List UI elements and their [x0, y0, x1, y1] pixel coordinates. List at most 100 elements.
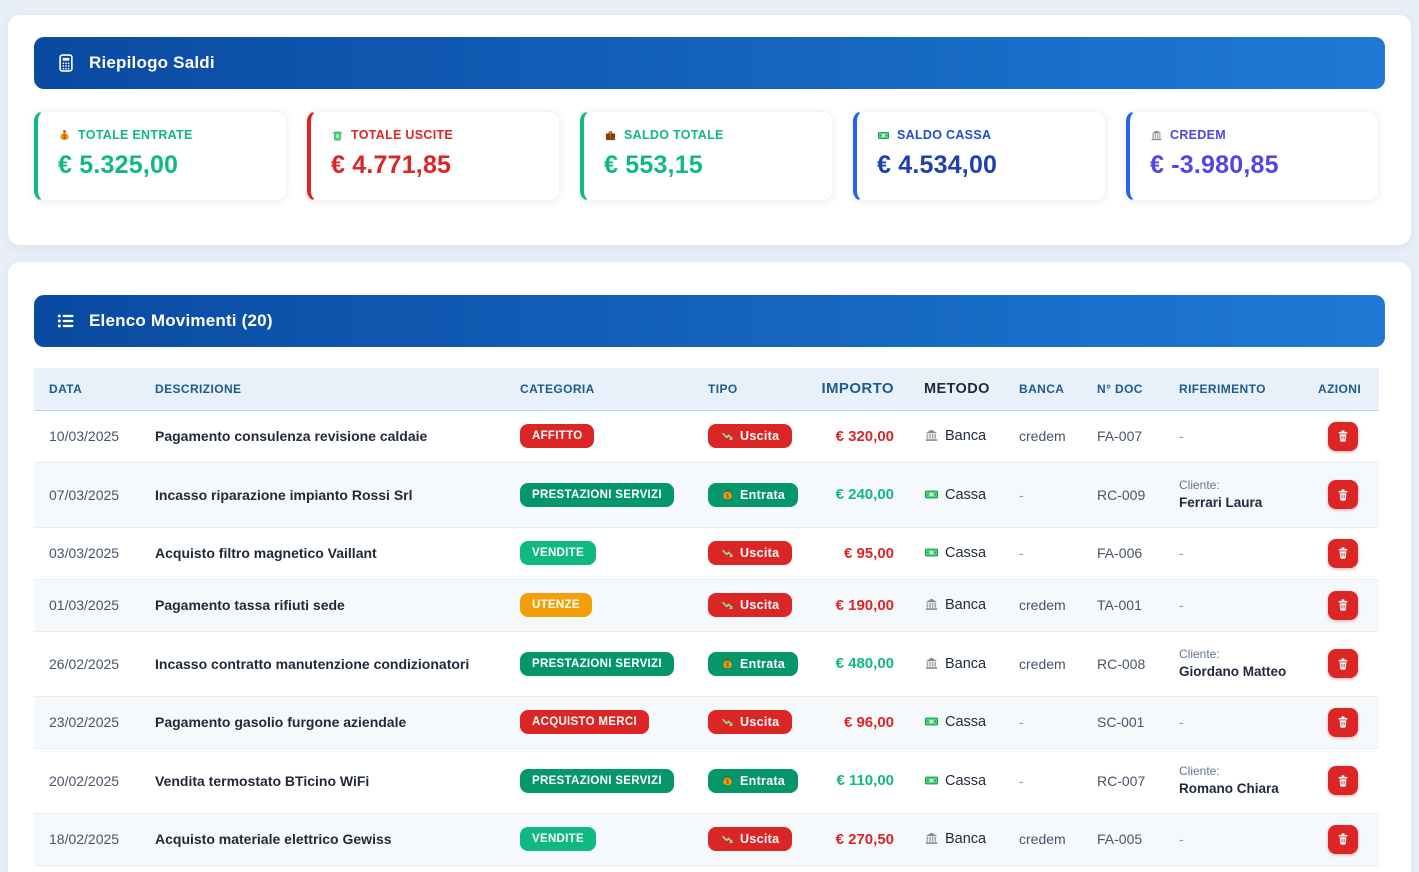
movements-table: DATA DESCRIZIONE CATEGORIA TIPO IMPORTO …: [34, 368, 1379, 872]
bank-icon: [924, 831, 939, 846]
cliente-label: Cliente:: [1179, 476, 1318, 494]
cell-banca: credem: [1019, 631, 1097, 696]
stat-card-totale-entrate: TOTALE ENTRATE € 5.325,00: [34, 111, 287, 201]
tipo-badge: Uscita: [708, 710, 792, 734]
banknote-icon: [924, 545, 939, 560]
categoria-badge: AFFITTO: [520, 424, 594, 448]
cliente-name: Romano Chiara: [1179, 780, 1318, 799]
tipo-badge: Entrata: [708, 652, 798, 676]
bank-icon: [924, 656, 939, 671]
stat-cards: TOTALE ENTRATE € 5.325,00 TOTALE USCITE …: [34, 111, 1385, 201]
delete-button[interactable]: [1328, 649, 1358, 678]
trash-icon: [1336, 832, 1350, 846]
cell-importo: € 480,00: [819, 631, 906, 696]
trash-icon: [1336, 657, 1350, 671]
cell-importo: € 95,00: [819, 527, 906, 579]
cell-riferimento: Cliente: Ferrari Laura: [1179, 462, 1318, 527]
cell-descrizione: Incasso riparazione impianto Rossi Srl: [155, 462, 520, 527]
cell-data: 03/03/2025: [34, 527, 155, 579]
cell-riferimento: -: [1179, 813, 1318, 865]
money-bag-icon: [721, 657, 734, 670]
cell-doc: FA-006: [1097, 527, 1179, 579]
stat-value: € 553,15: [604, 151, 812, 180]
calculator-icon: [56, 53, 76, 73]
tipo-badge: Uscita: [708, 424, 792, 448]
cell-doc: RC-009: [1097, 462, 1179, 527]
delete-button[interactable]: [1328, 825, 1358, 854]
delete-button[interactable]: [1328, 539, 1358, 568]
cell-banca: -: [1019, 696, 1097, 748]
cell-descrizione: Pagamento gasolio furgone aziendale: [155, 696, 520, 748]
table-row: 23/02/2025 Pagamento gasolio furgone azi…: [34, 696, 1379, 748]
stat-value: € 5.325,00: [58, 151, 266, 180]
cliente-label: Cliente:: [1179, 645, 1318, 663]
cliente-name: Giordano Matteo: [1179, 663, 1318, 682]
categoria-badge: ACQUISTO MERCI: [520, 710, 649, 734]
col-categoria: CATEGORIA: [520, 368, 708, 410]
money-bag-icon: [58, 129, 71, 142]
col-tipo: TIPO: [708, 368, 819, 410]
trash-icon: [1336, 715, 1350, 729]
money-with-wings-icon: [331, 129, 344, 142]
stat-label: SALDO CASSA: [897, 128, 991, 142]
cell-descrizione: Acquisto materiale elettrico Gewiss: [155, 813, 520, 865]
cell-riferimento: -: [1179, 410, 1318, 462]
bank-icon: [924, 597, 939, 612]
categoria-badge: VENDITE: [520, 541, 596, 565]
cell-importo: € 270,50: [819, 813, 906, 865]
categoria-badge: PRESTAZIONI SERVIZI: [520, 769, 674, 793]
delete-button[interactable]: [1328, 422, 1358, 451]
cell-data: 01/03/2025: [34, 579, 155, 631]
cell-descrizione: Acquisto filtro magnetico Vaillant: [155, 527, 520, 579]
movements-panel: Elenco Movimenti (20) DATA DESCRIZIONE C…: [8, 262, 1411, 872]
categoria-badge: PRESTAZIONI SERVIZI: [520, 652, 674, 676]
cell-data: 18/02/2025: [34, 813, 155, 865]
stat-card-totale-uscite: TOTALE USCITE € 4.771,85: [307, 111, 560, 201]
delete-button[interactable]: [1328, 708, 1358, 737]
col-doc: N° DOC: [1097, 368, 1179, 410]
tipo-badge: Uscita: [708, 541, 792, 565]
cliente-name: Ferrari Laura: [1179, 494, 1318, 513]
cell-importo: € 110,00: [819, 748, 906, 813]
cell-doc: FA-007: [1097, 410, 1179, 462]
list-icon: [56, 311, 76, 331]
cell-importo: € 96,00: [819, 696, 906, 748]
trash-icon: [1336, 488, 1350, 502]
cell-riferimento: Cliente: Giordano Matteo: [1179, 631, 1318, 696]
cell-riferimento: -: [1179, 696, 1318, 748]
cell-doc: RC-008: [1097, 631, 1179, 696]
delete-button[interactable]: [1328, 591, 1358, 620]
chart-decreasing-icon: [721, 716, 734, 729]
cell-riferimento: Cliente: Romano Chiara: [1179, 748, 1318, 813]
cell-data: 26/02/2025: [34, 631, 155, 696]
movements-header: Elenco Movimenti (20): [34, 295, 1385, 347]
stat-card-credem: CREDEM € -3.980,85: [1126, 111, 1379, 201]
tipo-badge: Entrata: [708, 483, 798, 507]
col-riferimento: RIFERIMENTO: [1179, 368, 1318, 410]
trash-icon: [1336, 598, 1350, 612]
delete-button[interactable]: [1328, 766, 1358, 795]
table-row: 01/03/2025 Pagamento tassa rifiuti sede …: [34, 579, 1379, 631]
movements-title: Elenco Movimenti (20): [89, 311, 273, 331]
cell-riferimento: -: [1179, 527, 1318, 579]
tipo-badge: Entrata: [708, 769, 798, 793]
cell-banca: -: [1019, 527, 1097, 579]
categoria-badge: PRESTAZIONI SERVIZI: [520, 483, 674, 507]
table-row: 10/03/2025 Pagamento consulenza revision…: [34, 410, 1379, 462]
cell-riferimento: -: [1179, 579, 1318, 631]
cell-importo: € 240,00: [819, 462, 906, 527]
chart-decreasing-icon: [721, 547, 734, 560]
stat-value: € 4.771,85: [331, 151, 539, 180]
col-azioni: AZIONI: [1318, 368, 1379, 410]
cell-descrizione: Vendita termostato BTicino WiFi: [155, 748, 520, 813]
cell-descrizione: Pagamento tassa rifiuti sede: [155, 579, 520, 631]
banknote-icon: [877, 129, 890, 142]
cell-doc: RC-007: [1097, 748, 1179, 813]
cell-descrizione: Pagamento consulenza revisione caldaie: [155, 410, 520, 462]
col-metodo: METODO: [906, 368, 1019, 410]
bank-icon: [924, 428, 939, 443]
delete-button[interactable]: [1328, 480, 1358, 509]
cell-data: 20/02/2025: [34, 748, 155, 813]
banknote-icon: [924, 714, 939, 729]
cell-importo: € 190,00: [819, 579, 906, 631]
